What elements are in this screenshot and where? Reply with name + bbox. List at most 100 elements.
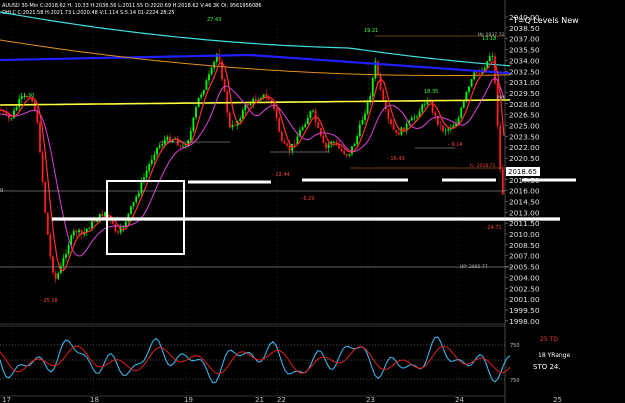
price-tick-label: 2028.00: [509, 100, 540, 109]
candle-body: [41, 152, 44, 182]
annotation-high-1: 11.30: [20, 93, 34, 99]
candle-body: [241, 110, 244, 119]
candle-body: [88, 228, 91, 229]
candle-body: [114, 224, 117, 232]
candle-body: [145, 170, 148, 178]
level-label-top: IN: 2037.72: [478, 32, 504, 38]
candle-body: [286, 143, 288, 146]
candle-body: [156, 147, 158, 155]
level-label-mid: IL: 2018.73: [470, 163, 496, 169]
candle-body: [57, 273, 60, 279]
candle-body: [491, 56, 494, 58]
candle-body: [283, 141, 286, 144]
candle-body: [135, 196, 138, 202]
price-tick-label: 2017.50: [509, 176, 540, 185]
candle-body: [304, 124, 307, 128]
candle-body: [91, 221, 93, 229]
candle-body: [52, 256, 54, 273]
date-label: 18: [90, 396, 99, 403]
candle-body: [234, 124, 236, 126]
candle-body: [49, 234, 52, 257]
candle-body: [395, 129, 398, 133]
current-price-label: 2018.65: [508, 168, 537, 176]
header-symbol-line: AUUSD 30-Min C:2018.62 H: 10.33 H:2036.5…: [2, 3, 262, 9]
candle-body: [488, 56, 491, 62]
candle-body: [460, 107, 463, 118]
price-tick-label: 2038.50: [509, 24, 540, 33]
oscillator-panel[interactable]: 25 TD 18 YRange STO 24. 750 750: [0, 336, 571, 384]
candle-body: [439, 124, 442, 126]
candle-body: [429, 101, 431, 103]
price-tick-label: 2022.00: [509, 143, 540, 152]
candle-body: [366, 100, 369, 114]
date-label: 25: [553, 396, 562, 403]
candle-body: [358, 124, 361, 136]
annotation-high-2: 27.43: [207, 17, 221, 23]
annotation-low-4: - 9.14: [448, 142, 463, 148]
price-panel[interactable]: 11.30 27.43 19.21 13.18 18.35 - 25.18 - …: [0, 0, 576, 403]
date-label: 22: [277, 396, 286, 403]
candle-body: [62, 257, 65, 266]
chart-window: AUUSD 30-Min C:2018.62 H: 10.33 H:2036.5…: [0, 0, 579, 403]
candle-body: [416, 116, 418, 118]
candle-body: [239, 118, 242, 122]
candle-body: [208, 74, 210, 81]
candle-body: [18, 98, 21, 108]
candle-body: [327, 144, 330, 149]
price-tick-label: 2023.50: [509, 132, 540, 141]
candle-body: [122, 226, 125, 228]
candle-body: [195, 107, 197, 118]
candle-body: [444, 130, 447, 132]
candle-body: [33, 101, 36, 111]
candle-body: [397, 132, 400, 135]
candle-body: [447, 128, 450, 131]
price-tick-label: 2016.00: [509, 187, 540, 196]
candle-body: [322, 135, 325, 144]
candle-body: [161, 144, 164, 146]
price-tick-label: 2002.50: [509, 284, 540, 293]
candle-body: [410, 117, 413, 121]
price-tick-label: 2040.00: [509, 13, 540, 22]
candle-body: [72, 230, 75, 236]
candle-body: [434, 112, 437, 116]
candle-body: [278, 118, 281, 132]
candle-body: [153, 154, 156, 160]
candle-body: [317, 122, 320, 129]
candle-body: [223, 79, 226, 92]
candle-body: [265, 94, 268, 97]
candle-body: [200, 94, 203, 98]
candle-body: [499, 125, 502, 170]
price-tick-label: 2014.50: [509, 197, 540, 206]
candle-body: [192, 117, 195, 132]
annotation-low-6: - 22.44: [272, 172, 290, 178]
annotation-high-5: 18.35: [424, 89, 438, 95]
date-label: 17: [2, 396, 11, 403]
candle-body: [132, 201, 135, 207]
candle-body: [210, 68, 213, 75]
indicator-label-range: 18 YRange: [538, 352, 571, 359]
moving-average-blue: [0, 54, 511, 75]
price-tick-label: 2007.00: [509, 252, 540, 261]
price-candles: [0, 49, 504, 283]
annotation-low-2: - 6.29: [300, 196, 315, 202]
candle-body: [148, 163, 151, 171]
candle-body: [364, 113, 366, 120]
candle-body: [39, 122, 41, 153]
candle-body: [78, 229, 80, 233]
candle-body: [67, 245, 70, 255]
price-tick-label: 2035.50: [509, 46, 540, 55]
candle-body: [213, 61, 216, 69]
candle-body: [166, 136, 169, 140]
candle-body: [351, 146, 353, 154]
candle-body: [44, 181, 47, 213]
candle-body: [54, 272, 57, 279]
price-tick-label: 1999.50: [509, 306, 540, 315]
candle-body: [130, 206, 132, 214]
price-tick-label: 2031.00: [509, 78, 540, 87]
candle-body: [496, 82, 499, 126]
indicator-tick-upper: 750: [510, 343, 520, 349]
candle-body: [182, 146, 184, 148]
candle-body: [96, 220, 99, 222]
indicator-tick-lower: 750: [510, 378, 520, 384]
candle-body: [189, 131, 192, 141]
